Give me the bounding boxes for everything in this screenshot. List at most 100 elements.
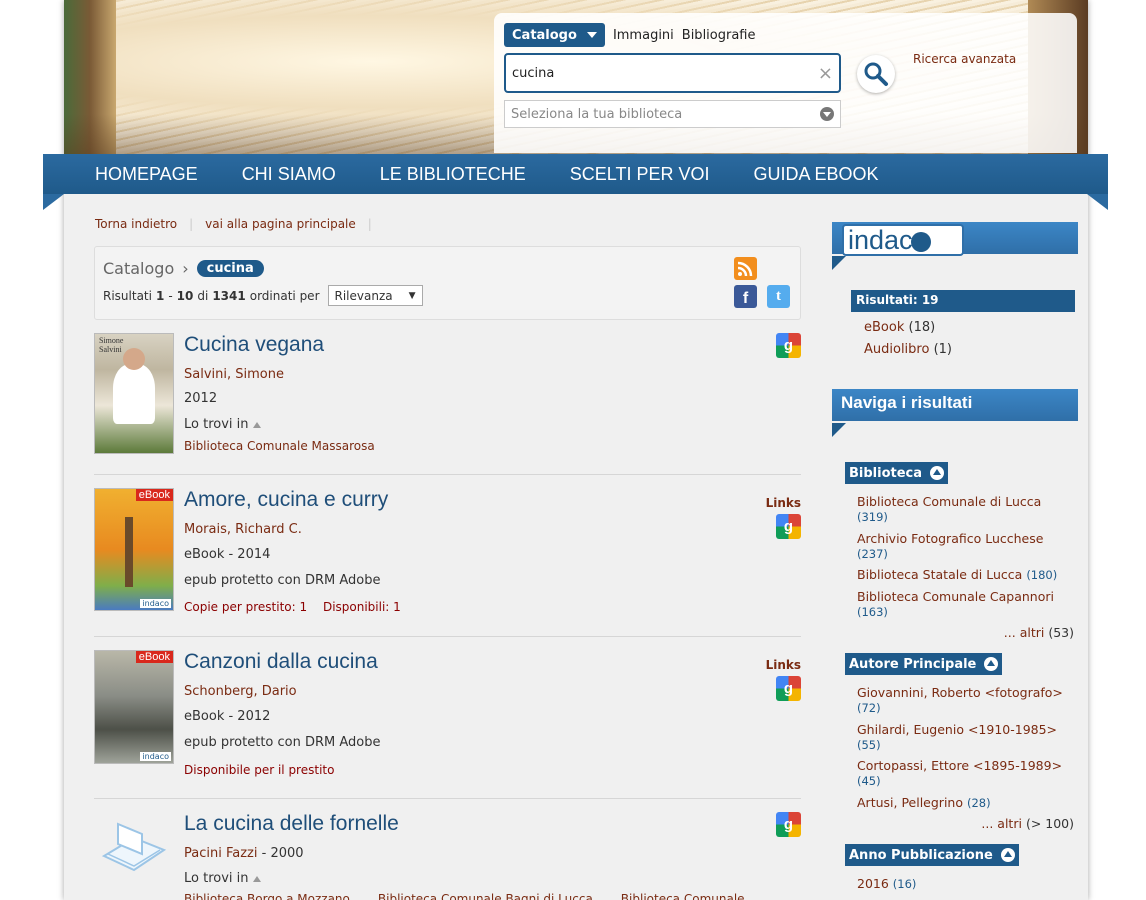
- library-link[interactable]: Biblioteca Comunale Bagni di Lucca: [378, 892, 593, 900]
- facet-item-label: Archivio Fotografico Lucchese: [857, 531, 1044, 546]
- results-prefix: Risultati: [103, 288, 152, 303]
- facet-biblioteca-header[interactable]: Biblioteca: [845, 462, 949, 484]
- result-title[interactable]: La cucina delle fornelle: [184, 812, 399, 836]
- google-books-icon[interactable]: g: [776, 812, 801, 837]
- more-count: (53): [1048, 625, 1074, 640]
- book-cover[interactable]: Simone Salvini: [94, 333, 174, 454]
- result-author[interactable]: Schonberg, Dario: [184, 684, 297, 699]
- caret-down-icon: [586, 32, 597, 38]
- book-cover[interactable]: eBook indaco: [94, 650, 174, 764]
- nav-homepage[interactable]: HOMEPAGE: [95, 164, 198, 185]
- indaco-mini-logo: indaco: [140, 752, 171, 761]
- facet-item[interactable]: Biblioteca Statale di Lucca (180): [857, 567, 1067, 583]
- facet-item-count: (55): [857, 738, 881, 752]
- facet-item[interactable]: Giovannini, Roberto <fotografo> (72): [857, 685, 1067, 716]
- facet-title: Anno Pubblicazione: [849, 847, 993, 863]
- result-format: epub protetto con DRM Adobe: [184, 573, 381, 588]
- facet-item[interactable]: Archivio Fotografico Lucchese (237): [857, 531, 1067, 562]
- result-title[interactable]: Canzoni dalla cucina: [184, 650, 378, 674]
- dropdown-arrow-icon: ▼: [408, 290, 416, 301]
- facet-item-label: Ghilardi, Eugenio <1910-1985>: [857, 722, 1058, 737]
- nav-le-biblioteche[interactable]: LE BIBLIOTECHE: [380, 164, 526, 185]
- facet-item-count: (28): [966, 796, 991, 810]
- result-author[interactable]: Pacini Fazzi: [184, 846, 257, 861]
- ebook-tag: eBook: [135, 489, 173, 501]
- facet-item[interactable]: Biblioteca Comunale di Lucca (319): [857, 494, 1067, 525]
- result-item: Simone Salvini Cucina vegana Salvini, Sim…: [94, 333, 801, 475]
- facet-item-label: Biblioteca Comunale di Lucca: [857, 494, 1042, 509]
- facet-item-label: Cortopassi, Ettore <1895-1989>: [857, 758, 1063, 773]
- ebook-tag: eBook: [135, 651, 173, 663]
- indaco-banner: indac: [832, 222, 1078, 256]
- facet-more-link[interactable]: ... altri (> 100): [981, 816, 1074, 831]
- links-link[interactable]: Links: [766, 496, 801, 510]
- facet-item[interactable]: Ghilardi, Eugenio <1910-1985> (55): [857, 722, 1067, 753]
- result-type-year: eBook - 2014: [184, 547, 271, 562]
- tab-immagini[interactable]: Immagini: [605, 28, 682, 43]
- facet-anno-header[interactable]: Anno Pubblicazione: [845, 844, 1019, 866]
- nav-chi-siamo[interactable]: CHI SIAMO: [242, 164, 336, 185]
- found-in[interactable]: Lo trovi in: [184, 417, 261, 432]
- result-title[interactable]: Cucina vegana: [184, 333, 324, 357]
- links-link[interactable]: Links: [766, 658, 801, 672]
- nav-guida-ebook[interactable]: GUIDA EBOOK: [753, 164, 878, 185]
- result-title[interactable]: Amore, cucina e curry: [184, 488, 388, 512]
- nav-scelti-per-voi[interactable]: SCELTI PER VOI: [570, 164, 710, 185]
- query-chip[interactable]: cucina: [196, 260, 264, 277]
- found-in[interactable]: Lo trovi in: [184, 871, 261, 886]
- search-input[interactable]: cucina ×: [504, 53, 841, 93]
- facet-autore-header[interactable]: Autore Principale: [845, 653, 1003, 675]
- format-audiolibro[interactable]: Audiolibro (1): [864, 342, 952, 357]
- google-books-icon[interactable]: g: [776, 514, 801, 539]
- twitter-icon[interactable]: t: [767, 285, 790, 308]
- result-year: - 2000: [257, 846, 304, 861]
- tab-bibliografie[interactable]: Bibliografie: [682, 28, 764, 43]
- library-select[interactable]: Seleziona la tua biblioteca: [504, 100, 841, 128]
- facet-item[interactable]: Artusi, Pellegrino (28): [857, 795, 1067, 811]
- facet-item[interactable]: Biblioteca Comunale Capannori (163): [857, 589, 1067, 620]
- found-in-label: Lo trovi in: [184, 417, 249, 432]
- facebook-icon[interactable]: f: [734, 285, 757, 308]
- triangle-up-icon: [252, 421, 261, 428]
- back-link[interactable]: Torna indietro: [95, 217, 177, 231]
- facet-item-count: (72): [857, 701, 881, 715]
- facet-item-count: (237): [857, 547, 888, 561]
- nav-fold-left: [43, 194, 64, 210]
- facet-item-count: (163): [857, 605, 888, 619]
- triangle-up-icon: [252, 875, 261, 882]
- collapse-icon: [930, 466, 945, 480]
- copies-count: Copie per prestito: 1: [184, 600, 308, 614]
- home-link[interactable]: vai alla pagina principale: [205, 217, 356, 231]
- format-count: (1): [933, 342, 953, 357]
- availability: Copie per prestito: 1 Disponibili: 1: [184, 600, 401, 614]
- library-link[interactable]: Biblioteca Comunale Massarosa: [184, 439, 375, 453]
- result-author[interactable]: Salvini, Simone: [184, 367, 284, 382]
- google-books-icon[interactable]: g: [776, 333, 801, 358]
- book-placeholder-icon[interactable]: [98, 816, 170, 888]
- sort-select[interactable]: Rilevanza ▼: [327, 285, 423, 306]
- result-publisher-line: Pacini Fazzi - 2000: [184, 846, 304, 861]
- clear-icon[interactable]: ×: [818, 63, 833, 84]
- facet-more-link[interactable]: ... altri (53): [1004, 625, 1074, 640]
- book-cover[interactable]: eBook indaco: [94, 488, 174, 611]
- advanced-search-link[interactable]: Ricerca avanzata: [913, 52, 1016, 66]
- format-label: Audiolibro: [864, 342, 930, 357]
- facet-item[interactable]: 2016 (16): [857, 876, 1067, 892]
- facet-item[interactable]: Cortopassi, Ettore <1895-1989> (45): [857, 758, 1067, 789]
- library-link[interactable]: Biblioteca Borgo a Mozzano: [184, 892, 350, 900]
- search-button[interactable]: [857, 55, 895, 93]
- library-link[interactable]: Biblioteca Comunale: [621, 892, 745, 900]
- format-label: eBook: [864, 320, 905, 335]
- format-ebook[interactable]: eBook (18): [864, 320, 935, 335]
- facet-item-label: 2016: [857, 876, 889, 891]
- indaco-logo[interactable]: indac: [842, 224, 964, 256]
- search-icon: [864, 62, 888, 86]
- facet-item-count: (45): [857, 774, 881, 788]
- result-author[interactable]: Morais, Richard C.: [184, 522, 302, 537]
- google-books-icon[interactable]: g: [776, 676, 801, 701]
- result-type-year: eBook - 2012: [184, 709, 271, 724]
- rss-icon[interactable]: [734, 257, 757, 280]
- banner-fold: [832, 256, 846, 270]
- result-item: La cucina delle fornelle Pacini Fazzi - …: [94, 812, 801, 900]
- tab-catalogo[interactable]: Catalogo: [504, 23, 605, 47]
